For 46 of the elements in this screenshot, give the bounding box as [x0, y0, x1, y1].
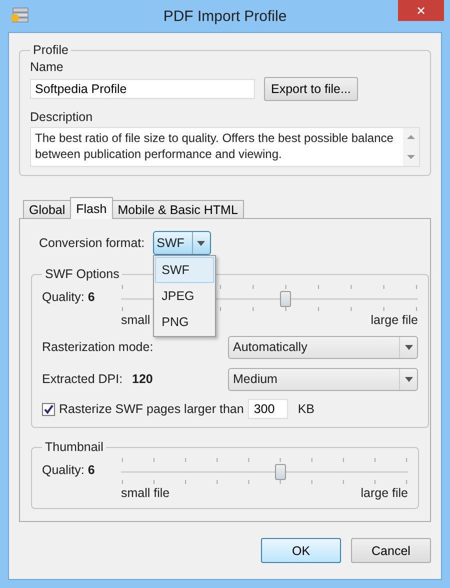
- scroll-up-icon[interactable]: [407, 134, 415, 140]
- scrollbar[interactable]: [403, 128, 419, 166]
- export-button[interactable]: Export to file...: [264, 77, 358, 101]
- description-field[interactable]: The best ratio of file size to quality. Offers the best possible balance between publication performance and viewing.: [30, 127, 420, 167]
- scroll-down-icon[interactable]: [407, 154, 415, 160]
- caret-icon: [404, 376, 412, 382]
- quality-slider[interactable]: [121, 283, 418, 313]
- min-label: small: [121, 313, 150, 327]
- group-title: Profile: [32, 43, 70, 57]
- quality-label: Quality: 6: [42, 462, 96, 477]
- cancel-button[interactable]: Cancel: [351, 538, 431, 563]
- dropdown-option[interactable]: PNG: [154, 309, 214, 335]
- ok-button[interactable]: OK: [261, 538, 341, 563]
- unit-label: KB: [298, 401, 314, 417]
- dropdown-option[interactable]: SWF: [154, 257, 214, 283]
- dpi-dropdown[interactable]: Medium: [228, 368, 418, 390]
- checkbox-label: Rasterize SWF pages larger than: [59, 401, 244, 417]
- field-label: Conversion format:: [39, 235, 145, 251]
- quality-slider[interactable]: [121, 456, 408, 486]
- caret-icon: [197, 240, 206, 246]
- tab[interactable]: Mobile & Basic HTML: [112, 200, 244, 218]
- tab[interactable]: Flash: [70, 197, 113, 219]
- name-field[interactable]: Softpedia Profile: [30, 79, 255, 99]
- stack-icon: [10, 6, 30, 24]
- min-label: small file: [121, 486, 170, 500]
- checkbox[interactable]: [42, 402, 55, 416]
- rasterization-dropdown[interactable]: Automatically: [228, 336, 418, 358]
- format-dropdown[interactable]: SWF: [152, 231, 211, 255]
- field-label: Rasterization mode:: [42, 339, 154, 355]
- field-label: Extracted DPI:: [42, 371, 124, 387]
- field-label: Name: [30, 59, 64, 75]
- max-label: large file: [360, 486, 408, 500]
- dpi-value: 120: [132, 372, 154, 386]
- group-title: Thumbnail: [44, 440, 104, 454]
- dropdown-option[interactable]: JPEG: [154, 283, 214, 309]
- tab[interactable]: Global: [23, 200, 72, 218]
- field-label: Description: [30, 109, 94, 125]
- group-title: SWF Options: [44, 267, 120, 281]
- slider-thumb[interactable]: [274, 464, 286, 480]
- close-button[interactable]: ✕: [398, 0, 444, 21]
- caret-icon: [404, 344, 412, 350]
- window-title: PDF Import Profile: [163, 8, 287, 24]
- max-label: large file: [370, 313, 418, 327]
- quality-label: Quality: 6: [42, 289, 96, 304]
- size-field[interactable]: 300: [248, 399, 288, 419]
- slider-thumb[interactable]: [280, 291, 291, 307]
